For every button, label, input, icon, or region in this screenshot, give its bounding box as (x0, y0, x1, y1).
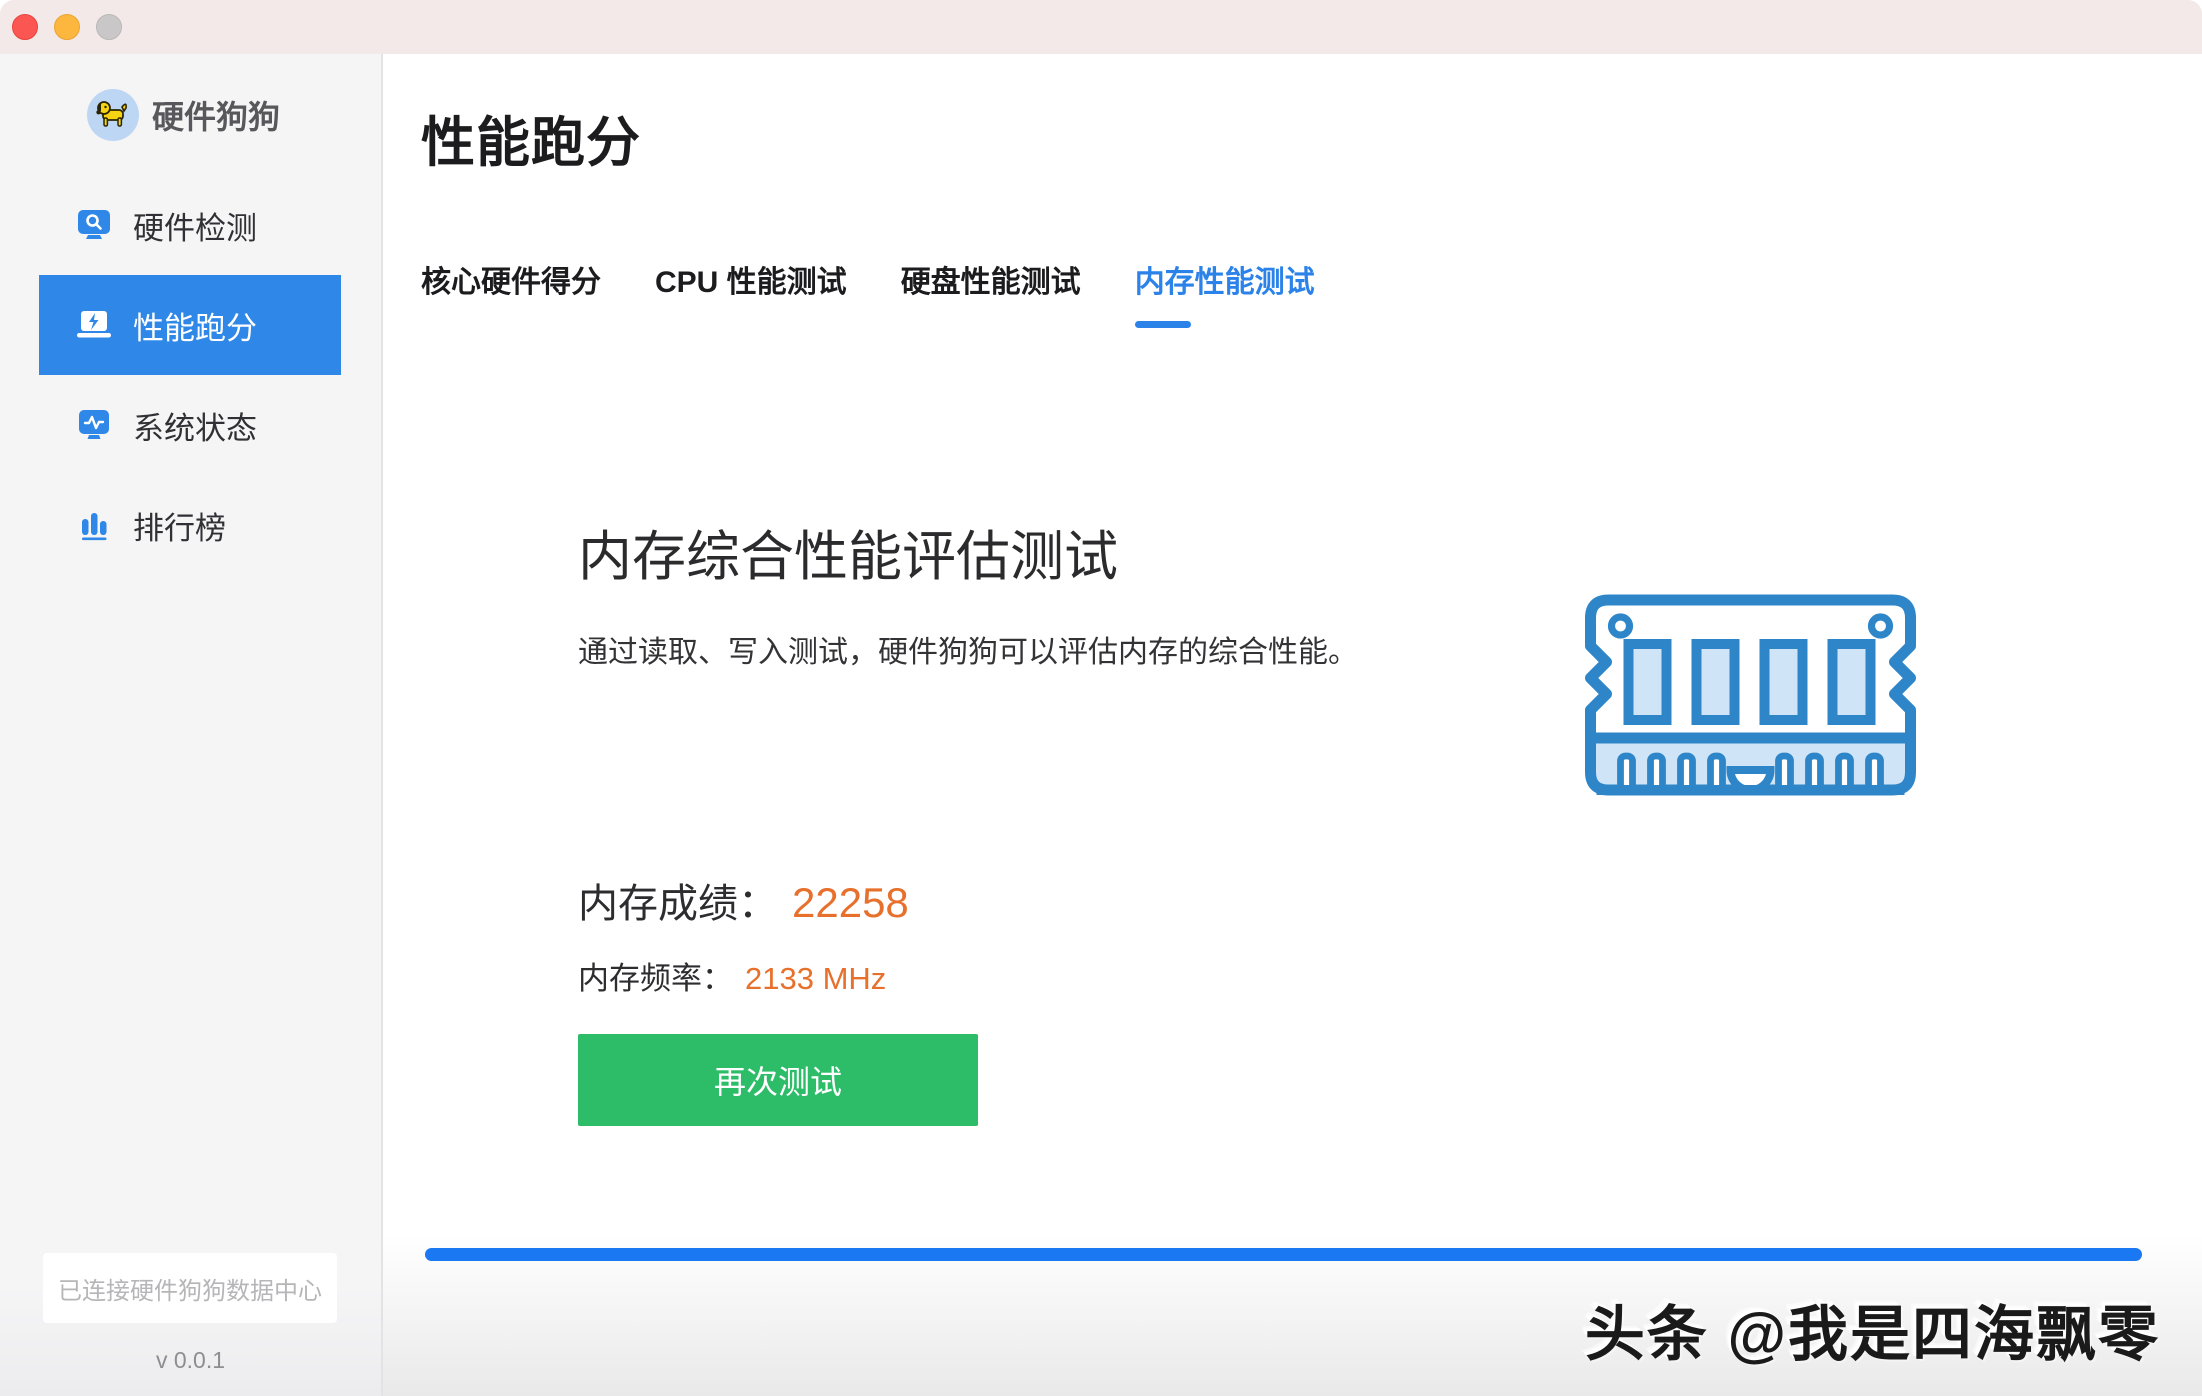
memory-test-section: 内存综合性能评估测试 通过读取、写入测试，硬件狗狗可以评估内存的综合性能。 内存… (578, 512, 2202, 1126)
ram-module-icon (1578, 592, 1923, 802)
app-name: 硬件狗狗 (152, 92, 280, 138)
monitor-search-icon (76, 207, 112, 243)
memory-frequency-value: 2133 MHz (745, 961, 886, 997)
memory-score-label: 内存成绩： (578, 871, 778, 929)
monitor-pulse-icon (76, 407, 112, 443)
tab-memory-test[interactable]: 内存性能测试 (1135, 257, 1315, 328)
section-heading: 内存综合性能评估测试 (578, 512, 2202, 591)
dog-logo-icon (87, 89, 139, 141)
close-button[interactable] (12, 14, 38, 40)
tab-label: 内存性能测试 (1135, 266, 1315, 299)
connection-status-text: 已连接硬件狗狗数据中心 (58, 1271, 322, 1306)
app-logo: 硬件狗狗 (87, 89, 381, 141)
app-version: v 0.0.1 (0, 1347, 381, 1374)
tab-label: CPU 性能测试 (655, 266, 847, 299)
zoom-button[interactable] (96, 14, 122, 40)
minimize-button[interactable] (54, 14, 80, 40)
memory-score-value: 22258 (792, 879, 909, 927)
app-window: 硬件狗狗 硬件检测 (0, 0, 2202, 1396)
connection-status-box: 已连接硬件狗狗数据中心 (43, 1253, 337, 1323)
watermark-text: 头条 @我是四海飘零 (1585, 1286, 2160, 1373)
sidebar-item-system-status[interactable]: 系统状态 (39, 375, 341, 475)
memory-frequency-label: 内存频率： (578, 953, 733, 998)
main-panel: 性能跑分 核心硬件得分 CPU 性能测试 硬盘性能测试 内存性能测试 (383, 54, 2202, 1396)
sidebar-item-label: 系统状态 (133, 403, 257, 448)
retest-button[interactable]: 再次测试 (578, 1034, 978, 1126)
sidebar-item-label: 排行榜 (133, 503, 226, 548)
titlebar (0, 0, 2202, 54)
sidebar: 硬件狗狗 硬件检测 (0, 54, 383, 1396)
memory-frequency-row: 内存频率： 2133 MHz (578, 953, 2202, 998)
sidebar-item-ranking[interactable]: 排行榜 (39, 475, 341, 575)
tab-disk-test[interactable]: 硬盘性能测试 (901, 257, 1081, 328)
tab-cpu-test[interactable]: CPU 性能测试 (655, 257, 847, 328)
laptop-bolt-icon (76, 307, 112, 343)
tab-label: 硬盘性能测试 (901, 266, 1081, 299)
sidebar-item-hardware-detect[interactable]: 硬件检测 (39, 175, 341, 275)
sidebar-item-benchmark[interactable]: 性能跑分 (39, 275, 341, 375)
tab-bar: 核心硬件得分 CPU 性能测试 硬盘性能测试 内存性能测试 (421, 257, 2202, 328)
active-tab-underline (1135, 321, 1191, 328)
bottom-divider-line (425, 1248, 2142, 1261)
sidebar-item-label: 性能跑分 (133, 303, 257, 348)
tab-core-hardware-score[interactable]: 核心硬件得分 (421, 257, 601, 328)
page-title: 性能跑分 (421, 98, 2202, 177)
bar-chart-icon (76, 507, 112, 543)
section-description: 通过读取、写入测试，硬件狗狗可以评估内存的综合性能。 (578, 627, 2202, 671)
sidebar-nav: 硬件检测 性能跑分 系统状态 (0, 175, 381, 575)
sidebar-item-label: 硬件检测 (133, 203, 257, 248)
tab-label: 核心硬件得分 (421, 266, 601, 299)
memory-score-row: 内存成绩： 22258 (578, 871, 2202, 929)
